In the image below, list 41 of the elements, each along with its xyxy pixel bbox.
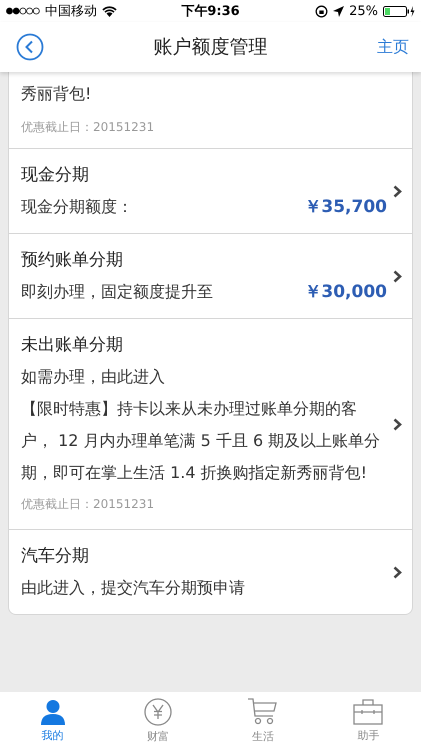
- tab-item[interactable]: 财富: [105, 692, 210, 750]
- tab-item[interactable]: 助手: [316, 692, 421, 750]
- section-subtitle: 即刻办理，固定额度提升至: [21, 281, 214, 303]
- section-title: 汽车分期: [21, 545, 90, 568]
- carrier-name: 中国移动: [45, 3, 97, 20]
- chevron-icon: [393, 566, 402, 578]
- signal-icon: [6, 7, 40, 15]
- battery-percent: 25%: [349, 4, 378, 18]
- section-subtitle: 如需办理，由此进入: [21, 366, 166, 388]
- location-arrow-icon: [333, 6, 344, 16]
- installment-row[interactable]: 汽车分期 由此进入，提交汽车分期预申请: [9, 529, 412, 614]
- chevron-icon: [393, 184, 402, 198]
- deadline-text: 优惠截止日：20151231: [21, 496, 156, 513]
- installment-row[interactable]: 现金分期 现金分期额度： ￥35,700: [9, 148, 412, 233]
- amount-value: ￥30,000: [304, 281, 387, 304]
- section-title: 现金分期: [21, 164, 90, 187]
- cart-icon: [248, 698, 278, 726]
- person-icon: [40, 699, 66, 725]
- clock-time: 下午9:36: [181, 3, 240, 20]
- amount-value: ￥35,700: [304, 196, 387, 219]
- section-title: 未出账单分期: [21, 334, 124, 357]
- section-subtitle: 现金分期额度：: [21, 196, 134, 218]
- home-link[interactable]: 主页: [377, 36, 409, 58]
- section-subtitle: 由此进入，提交汽车分期预申请: [21, 577, 246, 599]
- promo-text: 秀丽背包!: [21, 83, 92, 105]
- page-title: 账户额度管理: [154, 35, 268, 60]
- installment-row[interactable]: 预约账单分期 即刻办理，固定额度提升至 ￥30,000: [9, 233, 412, 318]
- wifi-icon: [102, 6, 117, 16]
- back-button[interactable]: [16, 33, 44, 61]
- chevron-icon: [393, 270, 402, 282]
- yuan-coin-icon: [144, 698, 172, 726]
- section-title: 预约账单分期: [21, 249, 124, 272]
- tab-item[interactable]: 生活: [210, 692, 316, 750]
- rotation-lock-icon: [315, 4, 328, 18]
- briefcase-icon: [353, 699, 384, 725]
- promo-text: 【限时特惠】持卡以来从未办理过账单分期的客户， 12 月内办理单笔满 5 千且 6 期及以上账单分期，即可在掌上生活 1.4 折换购指定新秀丽背包!: [21, 398, 382, 484]
- installment-row[interactable]: 未出账单分期 如需办理，由此进入 【限时特惠】持卡以来从未办理过账单分期的客户， 12 月内办理单笔满 5 千且 6 期及以上账单分期，即可在掌上生活 1.4 折换购指定新秀丽背包! 优惠截止日：20151231: [9, 318, 412, 529]
- tab-item[interactable]: 我的: [0, 692, 106, 750]
- chevron-icon: [393, 418, 402, 430]
- deadline-text: 优惠截止日：20151231: [21, 119, 154, 136]
- battery-icon: [383, 6, 415, 16]
